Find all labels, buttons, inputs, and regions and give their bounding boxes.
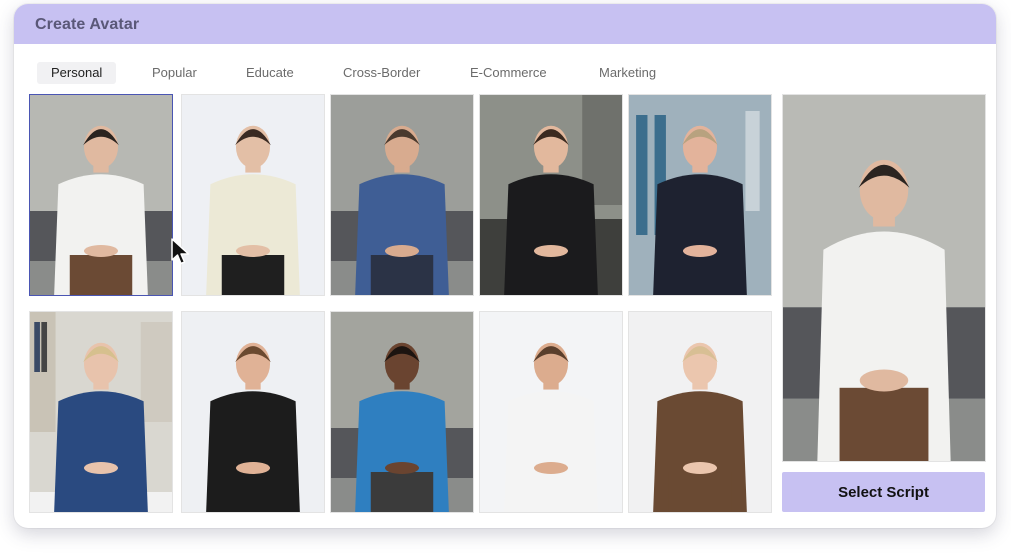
avatar-tile-woman-cream-blouse[interactable] [181, 94, 325, 296]
title-bar: Create Avatar [14, 4, 996, 44]
tab-personal[interactable]: Personal [37, 62, 117, 84]
select-script-button[interactable]: Select Script [782, 472, 985, 512]
dialog-title: Create Avatar [35, 16, 140, 33]
avatar-tile-man-lab-coat[interactable] [479, 311, 623, 513]
tab-cross-border[interactable]: Cross-Border [329, 62, 434, 84]
tab-marketing[interactable]: Marketing [585, 62, 670, 84]
avatar-tile-woman-brown-blazer[interactable] [628, 311, 772, 513]
selected-avatar-preview [782, 94, 986, 462]
avatar-tile-man-white-shirt-sofa[interactable] [29, 94, 173, 296]
avatar-tile-man-dark-shirt[interactable] [628, 94, 772, 296]
avatar-tile-man-plaid-shirt[interactable] [330, 94, 474, 296]
mouse-cursor-icon [171, 238, 190, 265]
tab-educate[interactable]: Educate [232, 62, 308, 84]
avatar-tile-woman-blue-sweater[interactable] [330, 311, 474, 513]
tab-e-commerce[interactable]: E-Commerce [456, 62, 561, 84]
create-avatar-dialog: Create Avatar Personal Popular Educate C… [14, 4, 996, 528]
avatar-tile-man-black-tshirt[interactable] [181, 311, 325, 513]
avatar-tile-woman-black-blazer[interactable] [479, 94, 623, 296]
avatar-tile-woman-blue-blazer[interactable] [29, 311, 173, 513]
tab-popular[interactable]: Popular [138, 62, 211, 84]
